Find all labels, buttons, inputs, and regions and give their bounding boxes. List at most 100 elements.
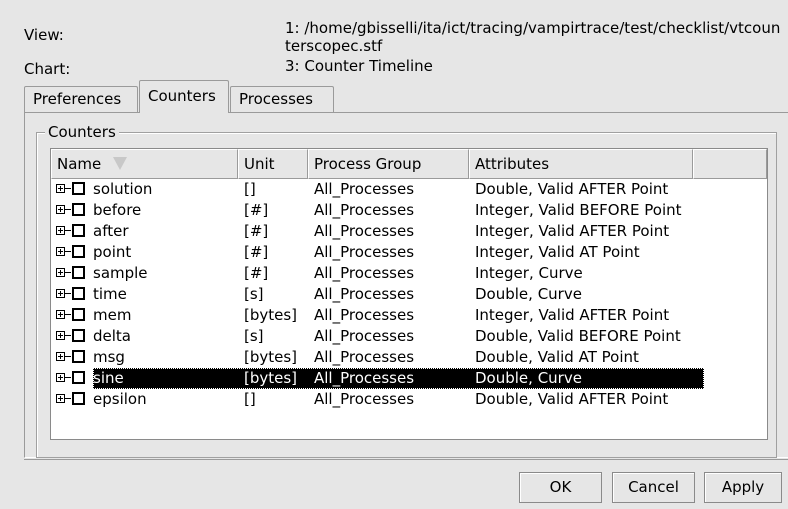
cell-attributes: Double, Valid AFTER Point bbox=[475, 390, 669, 408]
cell-attributes: Double, Curve bbox=[475, 285, 582, 303]
expand-icon[interactable] bbox=[56, 394, 65, 403]
expand-icon[interactable] bbox=[56, 310, 65, 319]
cell-unit: [#] bbox=[244, 201, 269, 219]
row-checkbox[interactable] bbox=[72, 329, 85, 342]
row-checkbox[interactable] bbox=[72, 224, 85, 237]
tree-line bbox=[65, 230, 71, 231]
table-row[interactable]: time [s] All_Processes Double, Curve bbox=[51, 284, 704, 305]
cell-attributes: Integer, Valid AT Point bbox=[475, 243, 640, 261]
column-header-attributes[interactable]: Attributes bbox=[469, 149, 693, 179]
cell-unit: [s] bbox=[244, 285, 264, 303]
table-row[interactable]: msg [bytes] All_Processes Double, Valid AT … bbox=[51, 347, 704, 368]
table-row[interactable]: epsilon [] All_Processes Double, Valid AFTE… bbox=[51, 389, 704, 410]
expand-icon[interactable] bbox=[56, 352, 65, 361]
group-title: Counters bbox=[45, 123, 119, 141]
column-header-empty[interactable] bbox=[693, 149, 767, 179]
cell-process-group: All_Processes bbox=[314, 285, 415, 303]
table-row[interactable]: delta [s] All_Processes Double, Valid BEFOR… bbox=[51, 326, 704, 347]
cell-process-group: All_Processes bbox=[314, 369, 415, 387]
row-checkbox[interactable] bbox=[72, 266, 85, 279]
cell-name: solution bbox=[93, 180, 153, 198]
cell-attributes: Integer, Curve bbox=[475, 264, 583, 282]
expand-icon[interactable] bbox=[56, 289, 65, 298]
expand-icon[interactable] bbox=[56, 373, 65, 382]
expand-icon[interactable] bbox=[56, 268, 65, 277]
table-row[interactable]: solution [] All_Processes Double, Valid AFT… bbox=[51, 179, 704, 200]
row-checkbox[interactable] bbox=[72, 287, 85, 300]
column-header-process-group[interactable]: Process Group bbox=[308, 149, 469, 179]
expand-icon[interactable] bbox=[56, 226, 65, 235]
tree-line bbox=[65, 188, 71, 189]
cell-name: time bbox=[93, 285, 127, 303]
expand-icon[interactable] bbox=[56, 205, 65, 214]
cell-process-group: All_Processes bbox=[314, 327, 415, 345]
cell-name: point bbox=[93, 243, 132, 261]
table-row[interactable]: after [#] All_Processes Integer, Valid AFTE… bbox=[51, 221, 704, 242]
cell-unit: [bytes] bbox=[244, 306, 298, 324]
table-row[interactable]: sample [#] All_Processes Integer, Curve bbox=[51, 263, 704, 284]
cell-process-group: All_Processes bbox=[314, 201, 415, 219]
table-row[interactable]: point [#] All_Processes Integer, Valid AT P… bbox=[51, 242, 704, 263]
cell-attributes: Double, Curve bbox=[475, 369, 582, 387]
tree-line bbox=[65, 377, 71, 378]
cell-unit: [s] bbox=[244, 327, 264, 345]
tree-line bbox=[65, 398, 71, 399]
cell-process-group: All_Processes bbox=[314, 390, 415, 408]
expand-icon[interactable] bbox=[56, 331, 65, 340]
tree-line bbox=[65, 272, 71, 273]
column-header-name[interactable]: Name bbox=[51, 149, 238, 179]
tree-line bbox=[65, 293, 71, 294]
cell-attributes: Integer, Valid BEFORE Point bbox=[475, 201, 682, 219]
tab-preferences[interactable]: Preferences bbox=[24, 86, 138, 112]
counters-groupbox: Counters Name Unit Process Group Attribu… bbox=[36, 123, 777, 458]
row-checkbox[interactable] bbox=[72, 308, 85, 321]
cell-process-group: All_Processes bbox=[314, 222, 415, 240]
cell-attributes: Integer, Valid AFTER Point bbox=[475, 222, 670, 240]
view-value-line1: 1: /home/gbisselli/ita/ict/tracing/vampi… bbox=[285, 19, 781, 37]
cell-unit: [bytes] bbox=[244, 369, 298, 387]
tab-counters[interactable]: Counters bbox=[139, 80, 229, 113]
row-checkbox[interactable] bbox=[72, 245, 85, 258]
cell-attributes: Double, Valid AT Point bbox=[475, 348, 639, 366]
cancel-button[interactable]: Cancel bbox=[612, 472, 695, 503]
tree-line bbox=[65, 335, 71, 336]
cell-process-group: All_Processes bbox=[314, 264, 415, 282]
cell-name: after bbox=[93, 222, 129, 240]
cell-unit: [#] bbox=[244, 243, 269, 261]
cell-process-group: All_Processes bbox=[314, 243, 415, 261]
column-header-name-label: Name bbox=[57, 155, 102, 173]
chart-label: Chart: bbox=[24, 60, 71, 78]
cell-process-group: All_Processes bbox=[314, 180, 415, 198]
row-checkbox[interactable] bbox=[72, 350, 85, 363]
table-row[interactable]: before [#] All_Processes Integer, Valid BEF… bbox=[51, 200, 704, 221]
tab-processes[interactable]: Processes bbox=[230, 86, 334, 112]
view-value-line2: terscopec.stf bbox=[285, 37, 383, 55]
counters-list[interactable]: Name Unit Process Group Attributes solut… bbox=[50, 148, 768, 440]
column-header-unit[interactable]: Unit bbox=[238, 149, 308, 179]
tree-line bbox=[65, 251, 71, 252]
cell-name: mem bbox=[93, 306, 132, 324]
cell-name: delta bbox=[93, 327, 131, 345]
cell-attributes: Double, Valid BEFORE Point bbox=[475, 327, 681, 345]
cell-unit: [] bbox=[244, 180, 256, 198]
apply-button[interactable]: Apply bbox=[704, 472, 782, 503]
table-row[interactable]: mem [bytes] All_Processes Integer, Valid AF… bbox=[51, 305, 704, 326]
cell-unit: [bytes] bbox=[244, 348, 298, 366]
row-checkbox[interactable] bbox=[72, 392, 85, 405]
row-checkbox[interactable] bbox=[72, 182, 85, 195]
cell-unit: [] bbox=[244, 390, 256, 408]
cell-name: sample bbox=[93, 264, 148, 282]
tree-line bbox=[65, 356, 71, 357]
cell-name: before bbox=[93, 201, 142, 219]
expand-icon[interactable] bbox=[56, 247, 65, 256]
cell-name: epsilon bbox=[93, 390, 147, 408]
row-checkbox[interactable] bbox=[72, 371, 85, 384]
cell-attributes: Double, Valid AFTER Point bbox=[475, 180, 669, 198]
cell-name: sine bbox=[93, 369, 124, 387]
row-checkbox[interactable] bbox=[72, 203, 85, 216]
ok-button[interactable]: OK bbox=[519, 472, 602, 503]
table-row[interactable]: sine [bytes] All_Processes Double, Curve bbox=[51, 368, 704, 389]
cell-unit: [#] bbox=[244, 264, 269, 282]
cell-process-group: All_Processes bbox=[314, 306, 415, 324]
expand-icon[interactable] bbox=[56, 184, 65, 193]
